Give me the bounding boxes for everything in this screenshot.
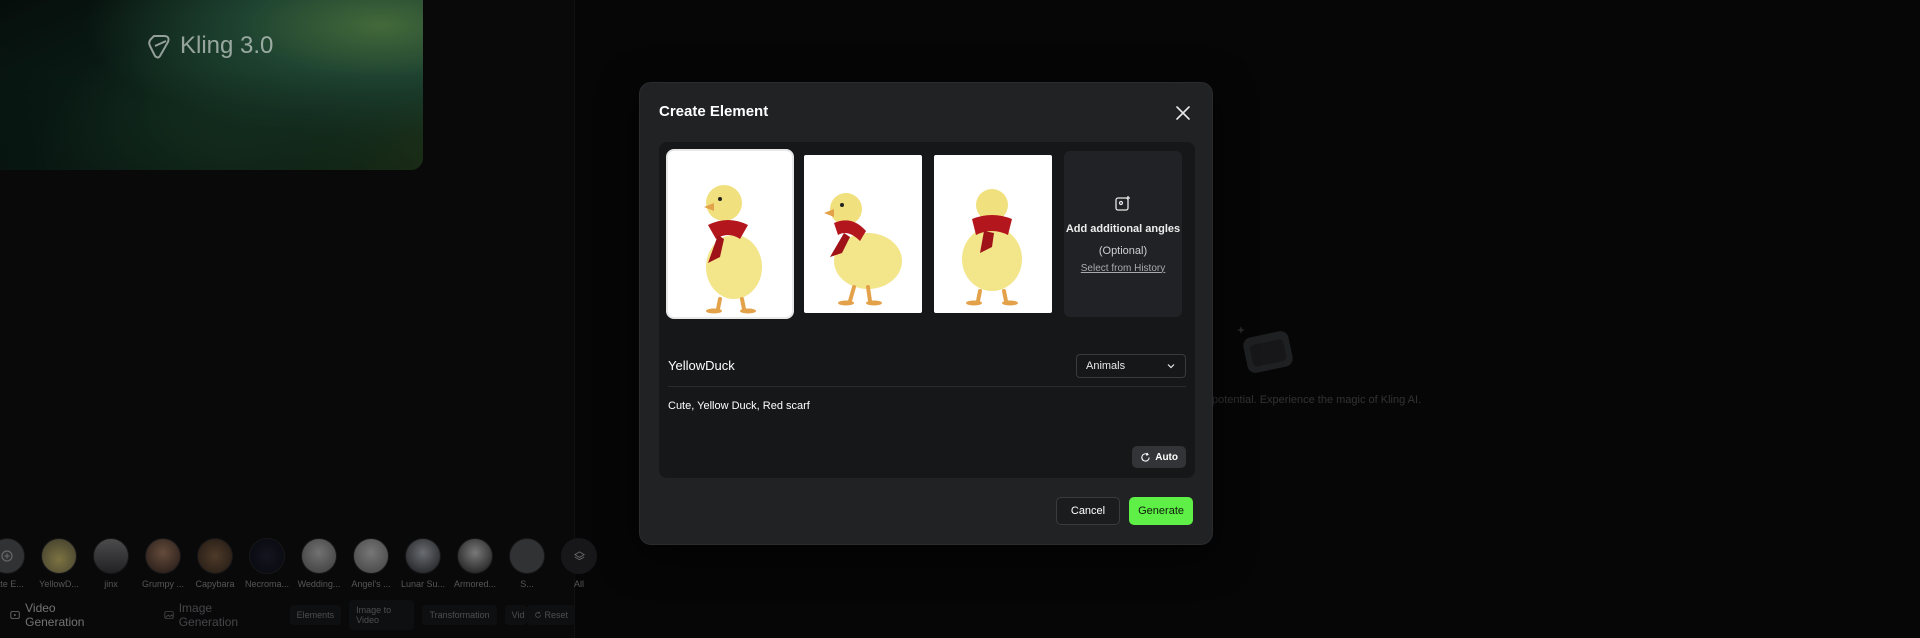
dialog-title: Create Element xyxy=(659,103,769,120)
add-angles-optional: (Optional) xyxy=(1098,244,1148,257)
refresh-icon xyxy=(1141,452,1150,462)
generate-button[interactable]: Generate xyxy=(1129,497,1193,525)
chevron-down-icon xyxy=(1167,363,1175,368)
duck-side-image xyxy=(824,193,902,306)
category-selected: Animals xyxy=(1086,359,1126,372)
cancel-button[interactable]: Cancel xyxy=(1055,497,1121,525)
create-element-dialog: Create Element Add additional angles (Op… xyxy=(639,82,1213,545)
reference-images: Add additional angles (Optional) Select … xyxy=(668,151,1182,317)
auto-button[interactable]: Auto xyxy=(1132,446,1186,468)
auto-label: Auto xyxy=(1155,451,1178,463)
reference-image-side[interactable] xyxy=(804,155,922,313)
close-icon xyxy=(1176,106,1190,120)
element-name-input[interactable]: YellowDuck xyxy=(668,358,735,373)
app-stage: Kling 3.0 eate E... YellowD... jinx Grum… xyxy=(0,0,1920,638)
element-form: Add additional angles (Optional) Select … xyxy=(659,142,1195,478)
reference-image-front[interactable] xyxy=(668,151,792,317)
add-image-icon xyxy=(1115,195,1130,211)
element-name-row: YellowDuck Animals xyxy=(668,353,1186,387)
duck-front-image xyxy=(704,185,762,314)
select-from-history-link[interactable]: Select from History xyxy=(1081,263,1165,274)
element-description-input[interactable]: Cute, Yellow Duck, Red scarf xyxy=(668,400,810,412)
close-button[interactable] xyxy=(1172,102,1194,124)
banner-logo-text: Kling 3.0 xyxy=(180,32,274,59)
add-angles-title: Add additional angles xyxy=(1065,222,1181,235)
add-angles-card[interactable]: Add additional angles (Optional) Select … xyxy=(1064,151,1182,317)
reference-image-back[interactable] xyxy=(934,155,1052,313)
category-select[interactable]: Animals xyxy=(1076,353,1186,378)
kling-logo-icon xyxy=(148,35,170,59)
duck-back-image xyxy=(962,189,1022,306)
kling-logo: Kling 3.0 xyxy=(146,32,273,60)
dialog-footer: Cancel Generate xyxy=(1055,497,1193,525)
